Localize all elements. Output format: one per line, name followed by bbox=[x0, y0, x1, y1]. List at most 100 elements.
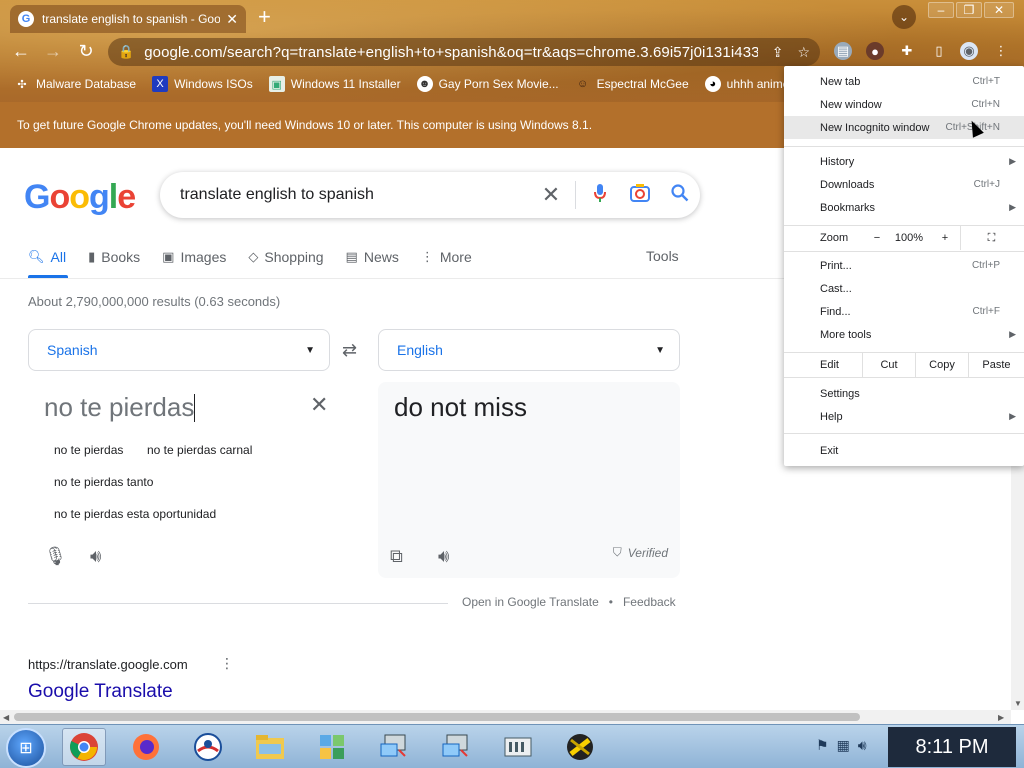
device-manager-icon[interactable] bbox=[496, 728, 540, 766]
target-language-select[interactable]: English ▼ bbox=[378, 329, 680, 371]
clear-search-icon[interactable]: ✕ bbox=[531, 182, 571, 208]
source-text-input[interactable]: no te pierdas bbox=[44, 392, 196, 423]
menu-kebab-icon[interactable]: ⋮ bbox=[992, 42, 1010, 60]
file-explorer-icon[interactable] bbox=[248, 728, 292, 766]
remote-desktop-icon[interactable] bbox=[372, 728, 416, 766]
source-language-select[interactable]: Spanish ▼ bbox=[28, 329, 330, 371]
scroll-left-arrow-icon[interactable]: ◀ bbox=[3, 713, 9, 722]
logo-letter: o bbox=[69, 178, 90, 216]
suggestion-item[interactable]: no te pierdas esta oportunidad bbox=[54, 507, 216, 521]
menu-settings[interactable]: Settings bbox=[784, 382, 1024, 405]
horizontal-scrollbar[interactable]: ◀ ▶ bbox=[0, 710, 1011, 724]
copy-icon[interactable]: ⧉ bbox=[390, 546, 403, 567]
game-icon[interactable] bbox=[558, 728, 602, 766]
clear-source-icon[interactable]: ✕ bbox=[310, 392, 328, 418]
google-logo[interactable]: Google bbox=[24, 178, 136, 217]
menu-find[interactable]: Find... Ctrl+F bbox=[784, 300, 1024, 323]
new-tab-button[interactable]: + bbox=[258, 6, 271, 28]
bookmark-item[interactable]: ◕ uhhh anime s bbox=[704, 76, 784, 92]
menu-print[interactable]: Print... Ctrl+P bbox=[784, 254, 1024, 277]
restore-button[interactable]: ❐ bbox=[956, 2, 982, 18]
extensions-puzzle-icon[interactable]: ✚ bbox=[898, 42, 916, 60]
paste-button[interactable]: Paste bbox=[968, 353, 1024, 377]
scrollbar-thumb[interactable] bbox=[14, 713, 860, 721]
tab-more[interactable]: ⋮ More bbox=[421, 248, 472, 266]
menu-new-tab[interactable]: New tab Ctrl+T bbox=[784, 70, 1024, 93]
zoom-in-button[interactable]: + bbox=[930, 226, 960, 250]
tab-news[interactable]: ▤ News bbox=[346, 248, 399, 266]
firefox-icon[interactable] bbox=[124, 728, 168, 766]
menu-downloads[interactable]: Downloads Ctrl+J bbox=[784, 173, 1024, 196]
scroll-right-arrow-icon[interactable]: ▶ bbox=[998, 713, 1004, 722]
bookmark-item[interactable]: ☻ Gay Porn Sex Movie... bbox=[416, 76, 559, 92]
bookmark-item[interactable]: X Windows ISOs bbox=[152, 76, 253, 92]
search-icon[interactable] bbox=[660, 183, 700, 207]
menu-exit[interactable]: Exit bbox=[784, 439, 1024, 462]
bookmark-item[interactable]: ▣ Windows 11 Installer bbox=[268, 76, 401, 92]
remote-desktop-icon-2[interactable] bbox=[434, 728, 478, 766]
volume-icon[interactable]: 🔊︎ bbox=[858, 737, 867, 754]
reload-button[interactable]: ↻ bbox=[75, 41, 97, 62]
back-button[interactable]: ← bbox=[10, 41, 32, 62]
menu-new-window[interactable]: New window Ctrl+N bbox=[784, 93, 1024, 116]
bookmark-star-icon[interactable]: ☆ bbox=[797, 44, 810, 61]
search-query[interactable]: translate english to spanish bbox=[180, 186, 531, 204]
tab-books[interactable]: ▮ Books bbox=[88, 248, 140, 266]
scroll-down-arrow-icon[interactable]: ▼ bbox=[1014, 699, 1022, 708]
close-window-button[interactable]: ✕ bbox=[984, 2, 1014, 18]
speaker-icon[interactable]: 🔊︎ bbox=[90, 546, 101, 567]
suggestion-item[interactable]: no te pierdas tanto bbox=[54, 475, 153, 489]
submenu-arrow-icon: ▶ bbox=[1009, 329, 1016, 339]
menu-new-incognito[interactable]: New Incognito window Ctrl+Shift+N bbox=[784, 116, 1024, 139]
result-more-icon[interactable]: ⋮ bbox=[220, 655, 234, 672]
forward-button[interactable]: → bbox=[42, 41, 64, 62]
microphone-icon[interactable]: 🎙︎ bbox=[44, 546, 67, 567]
url-text[interactable]: google.com/search?q=translate+english+to… bbox=[144, 44, 758, 61]
tab-search-button[interactable]: ⌄ bbox=[892, 5, 916, 29]
bookmark-item[interactable]: ✣ Malware Database bbox=[14, 76, 136, 92]
start-button[interactable]: ⊞ bbox=[6, 728, 46, 768]
control-panel-icon[interactable] bbox=[310, 728, 354, 766]
microphone-icon[interactable] bbox=[580, 183, 620, 208]
camera-lens-icon[interactable] bbox=[620, 183, 660, 207]
cut-button[interactable]: Cut bbox=[862, 353, 915, 377]
menu-help[interactable]: Help ▶ bbox=[784, 405, 1024, 428]
result-url[interactable]: https://translate.google.com bbox=[28, 657, 188, 672]
minimize-button[interactable]: – bbox=[928, 2, 954, 18]
logo-letter: g bbox=[89, 178, 110, 216]
tab-all[interactable]: 🔍︎ All bbox=[28, 248, 66, 266]
tab-images[interactable]: ▣ Images bbox=[162, 248, 226, 266]
zoom-out-button[interactable]: − bbox=[866, 226, 888, 250]
address-bar[interactable]: 🔒 google.com/search?q=translate+english+… bbox=[108, 38, 820, 66]
swap-languages-icon[interactable]: ⇄ bbox=[342, 340, 357, 361]
bookmark-item[interactable]: ☺ Espectral McGee bbox=[575, 76, 689, 92]
side-panel-icon[interactable]: ▯ bbox=[930, 42, 948, 60]
clock[interactable]: 8:11 PM bbox=[888, 727, 1016, 767]
menu-more-tools[interactable]: More tools ▶ bbox=[784, 323, 1024, 346]
tab-close-icon[interactable]: ✕ bbox=[226, 11, 238, 28]
obama-logo-icon[interactable] bbox=[186, 728, 230, 766]
lock-icon[interactable]: 🔒 bbox=[118, 44, 134, 60]
fullscreen-icon[interactable]: ⛶ bbox=[960, 226, 1022, 250]
feedback-link[interactable]: Feedback bbox=[623, 595, 676, 609]
tab-shopping[interactable]: ◇ Shopping bbox=[248, 248, 323, 266]
flag-icon[interactable]: ⚑ bbox=[816, 737, 829, 754]
tab-active[interactable]: G translate english to spanish - Goo ✕ bbox=[10, 5, 246, 33]
search-input[interactable]: translate english to spanish ✕ bbox=[160, 172, 700, 218]
extension-avatar-icon[interactable]: ● bbox=[866, 42, 884, 60]
speaker-icon[interactable]: 🔊︎ bbox=[438, 546, 449, 567]
suggestion-item[interactable]: no te pierdas bbox=[54, 443, 123, 457]
suggestion-item[interactable]: no te pierdas carnal bbox=[147, 443, 252, 457]
menu-history[interactable]: History ▶ bbox=[784, 150, 1024, 173]
tools-button[interactable]: Tools bbox=[646, 248, 679, 264]
menu-cast[interactable]: Cast... bbox=[784, 277, 1024, 300]
open-in-translate-link[interactable]: Open in Google Translate bbox=[462, 595, 599, 609]
menu-bookmarks[interactable]: Bookmarks ▶ bbox=[784, 196, 1024, 219]
chrome-icon[interactable] bbox=[62, 728, 106, 766]
share-icon[interactable]: ⇪ bbox=[772, 44, 784, 61]
profile-avatar-icon[interactable]: ◉ bbox=[960, 42, 978, 60]
network-icon[interactable]: ▦ bbox=[837, 737, 850, 754]
result-title-link[interactable]: Google Translate bbox=[28, 681, 173, 703]
extension-icon[interactable]: ▤ bbox=[834, 42, 852, 60]
copy-button[interactable]: Copy bbox=[915, 353, 968, 377]
